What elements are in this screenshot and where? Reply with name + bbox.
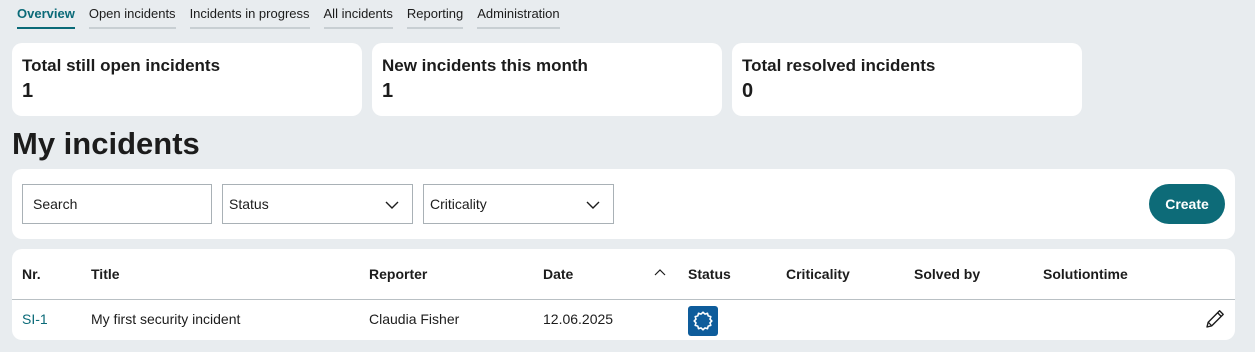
incident-title: My first security incident [91,311,241,327]
incident-date: 12.06.2025 [543,311,614,327]
status-select[interactable]: Status [222,184,413,224]
tab-open-incidents[interactable]: Open incidents [88,6,176,29]
stat-card-new: New incidents this month 1 [372,43,722,116]
column-header-solved-by[interactable]: Solved by [914,266,980,282]
stat-label: New incidents this month [382,56,588,75]
search-input[interactable] [22,184,212,224]
column-header-nr[interactable]: Nr. [22,266,41,282]
tab-administration[interactable]: Administration [477,6,560,29]
tab-reporting[interactable]: Reporting [406,6,464,29]
column-header-title[interactable]: Title [91,266,120,282]
column-header-status[interactable]: Status [688,266,731,282]
tab-overview[interactable]: Overview [17,6,75,29]
filter-bar: Status Criticality Create [12,169,1235,239]
status-select-label: Status [229,196,269,212]
tab-incidents-in-progress[interactable]: Incidents in progress [189,6,310,29]
table-header: Nr. Title Reporter Date Status Criticali… [12,249,1235,300]
pencil-edit-icon[interactable] [1204,308,1226,330]
incident-reporter: Claudia Fisher [369,311,460,327]
chevron-down-icon [385,201,399,209]
stat-card-open: Total still open incidents 1 [12,43,362,116]
stat-value: 1 [22,80,34,102]
stat-value: 1 [382,80,394,102]
stat-label: Total resolved incidents [742,56,936,75]
criticality-select[interactable]: Criticality [423,184,614,224]
stat-card-resolved: Total resolved incidents 0 [732,43,1082,116]
column-header-criticality[interactable]: Criticality [786,266,850,282]
status-badge [688,306,718,336]
stat-label: Total still open incidents [22,56,221,75]
tab-bar: Overview Open incidents Incidents in pro… [17,6,574,29]
tab-all-incidents[interactable]: All incidents [323,6,393,29]
column-header-date[interactable]: Date [543,266,573,282]
column-header-solutiontime[interactable]: Solutiontime [1043,266,1128,282]
incident-id-link[interactable]: SI-1 [22,311,48,327]
stat-value: 0 [742,80,754,102]
create-button[interactable]: Create [1149,184,1225,224]
column-header-reporter[interactable]: Reporter [369,266,427,282]
criticality-select-label: Criticality [430,196,487,212]
gear-status-icon [693,311,713,331]
page-title: My incidents [12,126,200,161]
chevron-down-icon [586,201,600,209]
table-row[interactable]: SI-1 My first security incident Claudia … [12,300,1235,340]
incidents-table: Nr. Title Reporter Date Status Criticali… [12,249,1235,340]
chevron-up-icon[interactable] [654,268,666,276]
